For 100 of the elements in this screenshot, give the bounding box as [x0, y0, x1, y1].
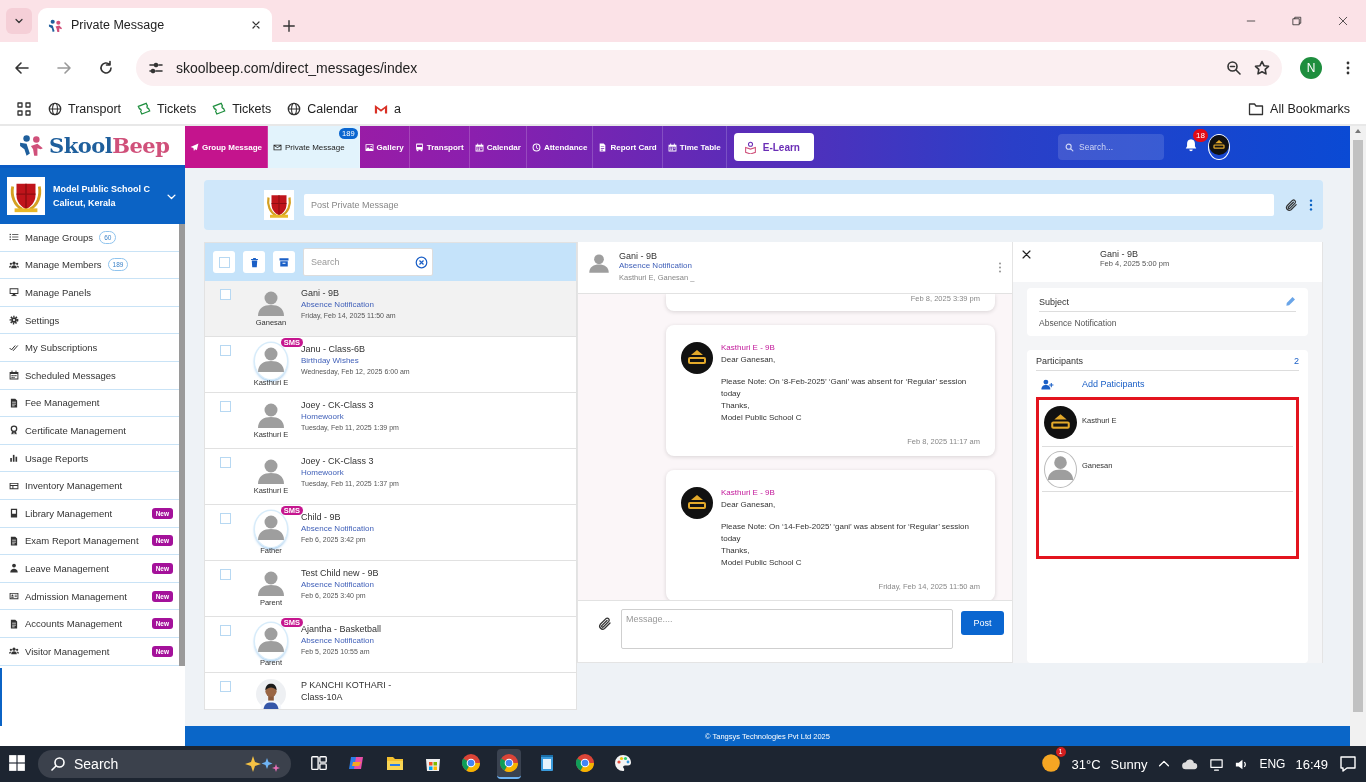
monitor-icon [1209, 756, 1225, 772]
bookmark-item[interactable]: All Bookmarks [1248, 101, 1350, 117]
browser-icon[interactable] [461, 753, 481, 773]
sidebar-item[interactable]: Fee Management [0, 389, 179, 418]
clear-search-icon[interactable] [415, 255, 428, 269]
message-text: Please Note: On ‘8-Feb-2025’ ‘Gani’ was absent for ‘Regular’ session today [721, 376, 968, 400]
sidebar-item[interactable]: Manage Panels [0, 279, 179, 307]
paperclip-icon[interactable] [597, 616, 613, 632]
id-card-icon [9, 591, 19, 601]
globe-icon [287, 102, 302, 116]
apps-grid-icon[interactable] [16, 101, 32, 117]
shield-crest-icon [7, 177, 45, 215]
search-icon [50, 756, 66, 772]
checkbox[interactable] [219, 457, 231, 468]
calendar-icon [667, 142, 677, 152]
checkbox[interactable] [218, 256, 230, 268]
close-icon[interactable] [1021, 249, 1032, 260]
checkbox[interactable] [219, 513, 231, 524]
paperclip-icon[interactable] [1284, 197, 1299, 213]
add-participants-link[interactable]: Add Paticipants [1082, 379, 1145, 389]
calendar-icon [474, 142, 484, 152]
logo-avatar [681, 342, 713, 374]
brand-logo-text: SkoolBeep [49, 133, 170, 158]
language-indicator[interactable]: ENG [1259, 757, 1286, 771]
profile-avatar[interactable]: N [1300, 57, 1322, 79]
zoom-icon[interactable] [1226, 60, 1242, 76]
bookmark-item[interactable]: Tickets [212, 102, 272, 116]
message-subject: Absence Notification [301, 523, 374, 534]
new-tab-icon[interactable] [282, 19, 296, 33]
message-text: Thanks, [721, 400, 751, 412]
archive-button[interactable] [273, 251, 295, 273]
card-heading: Subject [1039, 296, 1070, 307]
checkbox[interactable] [219, 625, 231, 636]
checkbox[interactable] [219, 289, 231, 300]
pencil-icon[interactable] [1285, 296, 1296, 307]
post-button[interactable]: Post [961, 611, 1004, 635]
bar-chart-icon [9, 453, 19, 464]
bookmark-item[interactable]: Tickets [137, 102, 197, 116]
checkbox[interactable] [219, 345, 231, 356]
browser-icon[interactable] [499, 753, 519, 773]
message-title: Joey - CK-Class 3 [301, 455, 375, 467]
school-switcher[interactable]: Model Public School C Calicut, Kerala [0, 168, 185, 224]
message-title: P KANCHI KOTHARI - Class-10A [301, 679, 393, 703]
bookmark-item[interactable]: Calendar [287, 102, 358, 116]
medal-icon [9, 425, 19, 436]
message-text: Model Public School C [721, 412, 803, 424]
school-name: Model Public School C [53, 183, 151, 196]
star-icon[interactable] [1254, 60, 1270, 76]
palette-icon[interactable] [613, 753, 633, 773]
sidebar-item[interactable]: My Subscriptions [0, 334, 179, 362]
table-icon [9, 480, 19, 491]
post-input[interactable]: Post Private Message [304, 194, 1274, 216]
browser-icon[interactable] [575, 753, 595, 773]
sidebar-item[interactable]: Usage Reports [0, 444, 179, 473]
cloud-icon [1181, 757, 1200, 771]
sidebar-item[interactable]: Certificate Management [0, 417, 179, 445]
browser-tab[interactable]: Private Message [38, 8, 272, 42]
paper-plane-icon [190, 142, 199, 152]
arrow-right-icon [56, 60, 72, 76]
task-view-icon[interactable] [310, 754, 328, 772]
message-title: Ajantha - Basketball [301, 623, 382, 635]
bookmark-item[interactable]: a [374, 102, 401, 116]
message-subject: Homewoork [301, 467, 345, 478]
e-learn-button[interactable]: E-Learn [733, 133, 814, 161]
sidebar-item[interactable]: Inventory Management [0, 472, 179, 500]
checkbox[interactable] [219, 401, 231, 412]
search-field[interactable]: Search... [1058, 134, 1164, 160]
address-bar[interactable]: skoolbeep.com/direct_messages/index [136, 50, 1282, 86]
message-title: Child - 9B [301, 511, 342, 523]
conversation-subject: Absence Notification [619, 261, 693, 270]
sidebar-item[interactable]: Settings [0, 306, 179, 335]
sidebar-item[interactable]: Scheduled Messages [0, 361, 179, 390]
person-icon [9, 563, 19, 574]
checkbox[interactable] [219, 569, 231, 580]
archive-icon [278, 256, 290, 268]
scrollbar[interactable] [1350, 126, 1366, 746]
notification-count: 18 [1193, 129, 1208, 142]
book-icon [9, 508, 19, 519]
search-icon [1065, 142, 1074, 152]
checkbox[interactable] [219, 681, 231, 692]
user-avatar [587, 251, 611, 275]
message-title: Test Child new - 9B [301, 567, 379, 579]
message-subject: Absence Notification [301, 299, 375, 310]
bus-icon [414, 142, 424, 152]
taskbar-search[interactable]: Search [38, 750, 291, 778]
site-info-icon [148, 60, 164, 76]
document-icon [9, 535, 19, 546]
notification-icon[interactable] [1338, 754, 1358, 774]
logo-avatar [681, 487, 713, 519]
nav-tab[interactable]: Group Message [185, 126, 268, 168]
conversation-title: Gani - 9B [619, 251, 659, 261]
arrow-left-icon [14, 60, 30, 76]
bookmark-item[interactable]: Transport [48, 102, 122, 116]
message-title: Gani - 9B [301, 287, 341, 299]
globe-icon [48, 102, 62, 116]
reader-icon [743, 140, 757, 154]
notification-bell-icon[interactable] [1184, 138, 1198, 152]
close-icon[interactable] [250, 19, 262, 31]
message-text: Model Public School C [721, 557, 803, 569]
delete-button[interactable] [243, 251, 265, 273]
